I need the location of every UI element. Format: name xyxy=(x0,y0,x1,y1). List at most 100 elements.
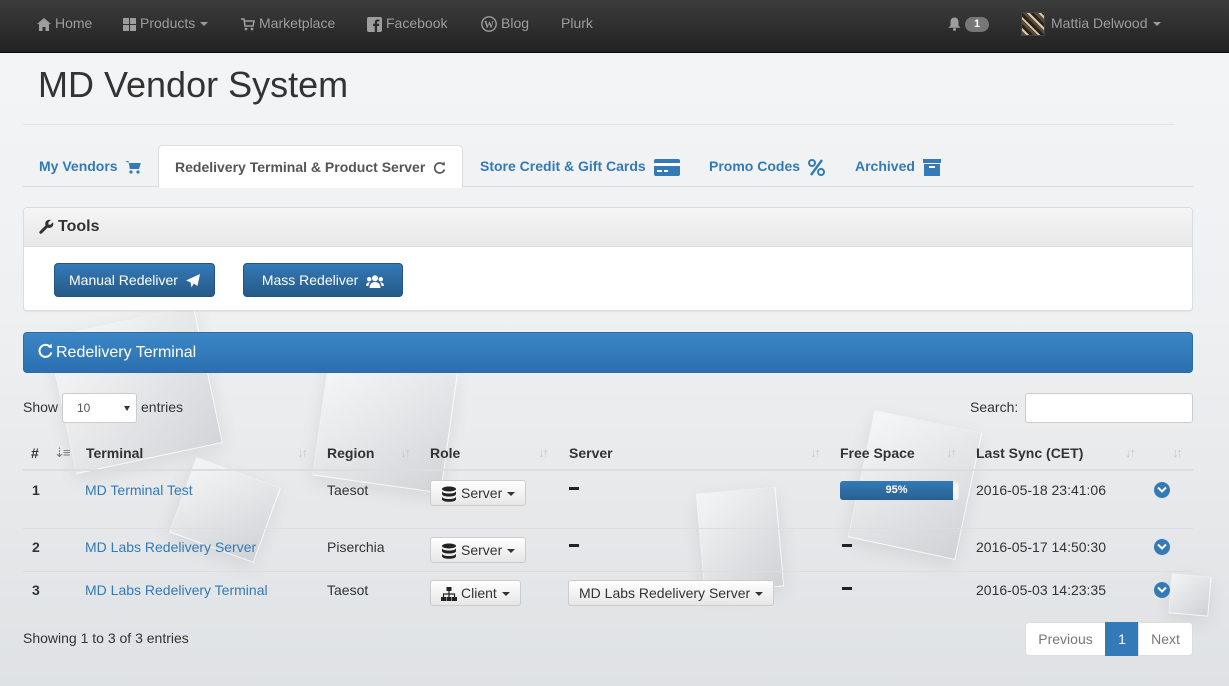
pagination-next-label: Next xyxy=(1151,631,1180,647)
terminal-link[interactable]: MD Labs Redelivery Server xyxy=(85,539,256,555)
user-name: Mattia Delwood xyxy=(1051,15,1148,31)
free-space-empty-indicator xyxy=(842,587,852,590)
role-dropdown[interactable]: Server xyxy=(430,480,527,506)
show-label: Show xyxy=(23,399,59,415)
table-info: Showing 1 to 3 of 3 entries xyxy=(23,630,189,646)
background-cube xyxy=(695,486,785,594)
mass-redeliver-label: Mass Redeliver xyxy=(261,272,359,288)
cart-icon xyxy=(125,161,142,174)
column-header-number[interactable]: # xyxy=(31,443,39,463)
nav-facebook-label: Facebook xyxy=(386,15,448,31)
free-space-progress-bar: 95% xyxy=(840,481,954,500)
pagination-next[interactable]: Next xyxy=(1138,622,1193,656)
manual-redeliver-button[interactable]: Manual Redeliver xyxy=(54,263,215,297)
role-dropdown[interactable]: Server xyxy=(430,537,527,563)
tab-archived[interactable]: Archived xyxy=(839,145,957,187)
row-divider xyxy=(23,528,1193,529)
bell-icon xyxy=(948,17,961,32)
database-icon xyxy=(442,486,456,503)
background-cube xyxy=(1168,573,1212,617)
column-header-server[interactable]: Server xyxy=(569,443,613,463)
notification-badge: 1 xyxy=(965,16,989,32)
archive-icon xyxy=(922,158,941,176)
nav-notifications[interactable]: 1 xyxy=(948,0,989,46)
column-header-region[interactable]: Region xyxy=(327,443,374,463)
sitemap-icon xyxy=(441,587,457,602)
chevron-down-icon xyxy=(200,22,209,27)
wrench-icon xyxy=(39,219,54,235)
grid-icon xyxy=(123,17,136,31)
nav-marketplace-label: Marketplace xyxy=(259,15,336,31)
users-icon xyxy=(366,274,385,288)
sort-icon[interactable]: ↓↑ xyxy=(400,443,411,463)
chevron-down-icon xyxy=(507,549,516,554)
pagination-page-1[interactable]: 1 xyxy=(1105,622,1139,656)
database-icon xyxy=(442,543,456,560)
nav-user-menu[interactable]: Mattia Delwood xyxy=(1021,0,1161,46)
sort-icon[interactable]: ↓↑ xyxy=(810,443,821,463)
nav-blog[interactable]: W Blog xyxy=(481,0,529,46)
search-input[interactable] xyxy=(1025,393,1193,423)
nav-facebook[interactable]: Facebook xyxy=(367,0,447,46)
nav-products[interactable]: Products xyxy=(123,0,209,46)
last-sync-cell: 2016-05-03 14:23:35 xyxy=(976,582,1106,598)
main-tabs: My Vendors Redelivery Terminal & Product… xyxy=(23,145,1193,188)
free-space-progress: 95% xyxy=(840,481,959,500)
pagination-page-label: 1 xyxy=(1118,631,1126,647)
expand-row-button[interactable] xyxy=(1154,539,1170,555)
top-navbar: Home Products Marketplace Facebook W Blog… xyxy=(0,0,1229,53)
tab-redelivery-terminal-label: Redelivery Terminal & Product Server xyxy=(175,159,426,175)
server-dropdown[interactable]: MD Labs Redelivery Server xyxy=(568,580,775,606)
tab-promo-codes[interactable]: Promo Codes xyxy=(693,145,841,187)
tab-store-credit[interactable]: Store Credit & Gift Cards xyxy=(464,145,696,187)
nav-home[interactable]: Home xyxy=(37,0,92,46)
terminal-link[interactable]: MD Labs Redelivery Terminal xyxy=(85,582,268,598)
expand-row-button[interactable] xyxy=(1154,482,1170,498)
sort-ascending-icon[interactable]: ⇣≡ xyxy=(54,443,71,463)
region-cell: Taesot xyxy=(327,582,369,598)
entries-label: entries xyxy=(141,399,184,415)
tools-panel: Tools Manual Redeliver Mass Redeliver xyxy=(23,207,1193,311)
region-cell: Piserchia xyxy=(327,539,385,555)
nav-plurk[interactable]: Plurk xyxy=(561,0,593,46)
role-dropdown[interactable]: Client xyxy=(430,580,521,606)
percent-icon xyxy=(807,158,825,176)
sort-icon[interactable]: ↓↑ xyxy=(1125,443,1136,463)
terminal-link[interactable]: MD Terminal Test xyxy=(85,482,193,498)
background-cube xyxy=(312,356,458,494)
sort-icon[interactable]: ↓↑ xyxy=(538,443,549,463)
page-size-value: 10 xyxy=(77,401,91,415)
wordpress-icon: W xyxy=(481,16,497,33)
column-header-role[interactable]: Role xyxy=(430,443,460,463)
pagination-previous[interactable]: Previous xyxy=(1025,622,1106,656)
tools-panel-title: Tools xyxy=(58,218,100,235)
last-sync-cell: 2016-05-17 14:50:30 xyxy=(976,539,1106,555)
chevron-down-icon xyxy=(755,592,764,597)
role-label: Server xyxy=(461,542,503,558)
server-label: MD Labs Redelivery Server xyxy=(579,585,751,601)
nav-marketplace[interactable]: Marketplace xyxy=(241,0,335,46)
sort-icon[interactable]: ↓↑ xyxy=(946,443,957,463)
nav-home-label: Home xyxy=(55,15,93,31)
tab-redelivery-terminal[interactable]: Redelivery Terminal & Product Server xyxy=(158,145,464,188)
sort-icon[interactable]: ↓↑ xyxy=(297,443,308,463)
manual-redeliver-label: Manual Redeliver xyxy=(69,272,178,288)
chevron-down-icon xyxy=(1157,486,1167,493)
column-header-free-space[interactable]: Free Space xyxy=(840,443,915,463)
mass-redeliver-button[interactable]: Mass Redeliver xyxy=(243,263,403,297)
tab-my-vendors[interactable]: My Vendors xyxy=(23,145,158,187)
cart-icon xyxy=(241,17,255,31)
svg-text:W: W xyxy=(484,20,494,31)
credit-card-icon xyxy=(653,158,680,176)
free-space-empty-indicator xyxy=(842,544,852,547)
page-title: MD Vendor System xyxy=(38,64,349,105)
tab-promo-codes-label: Promo Codes xyxy=(709,158,801,174)
expand-row-button[interactable] xyxy=(1154,582,1170,598)
row-number: 3 xyxy=(32,582,40,598)
sort-icon[interactable]: ↓↑ xyxy=(1172,443,1183,463)
page-size-select[interactable]: 10 xyxy=(62,393,137,423)
column-header-last-sync[interactable]: Last Sync (CET) xyxy=(976,443,1083,463)
column-header-terminal[interactable]: Terminal xyxy=(86,443,143,463)
facebook-icon xyxy=(367,16,382,32)
tools-panel-heading: Tools xyxy=(24,208,1192,247)
